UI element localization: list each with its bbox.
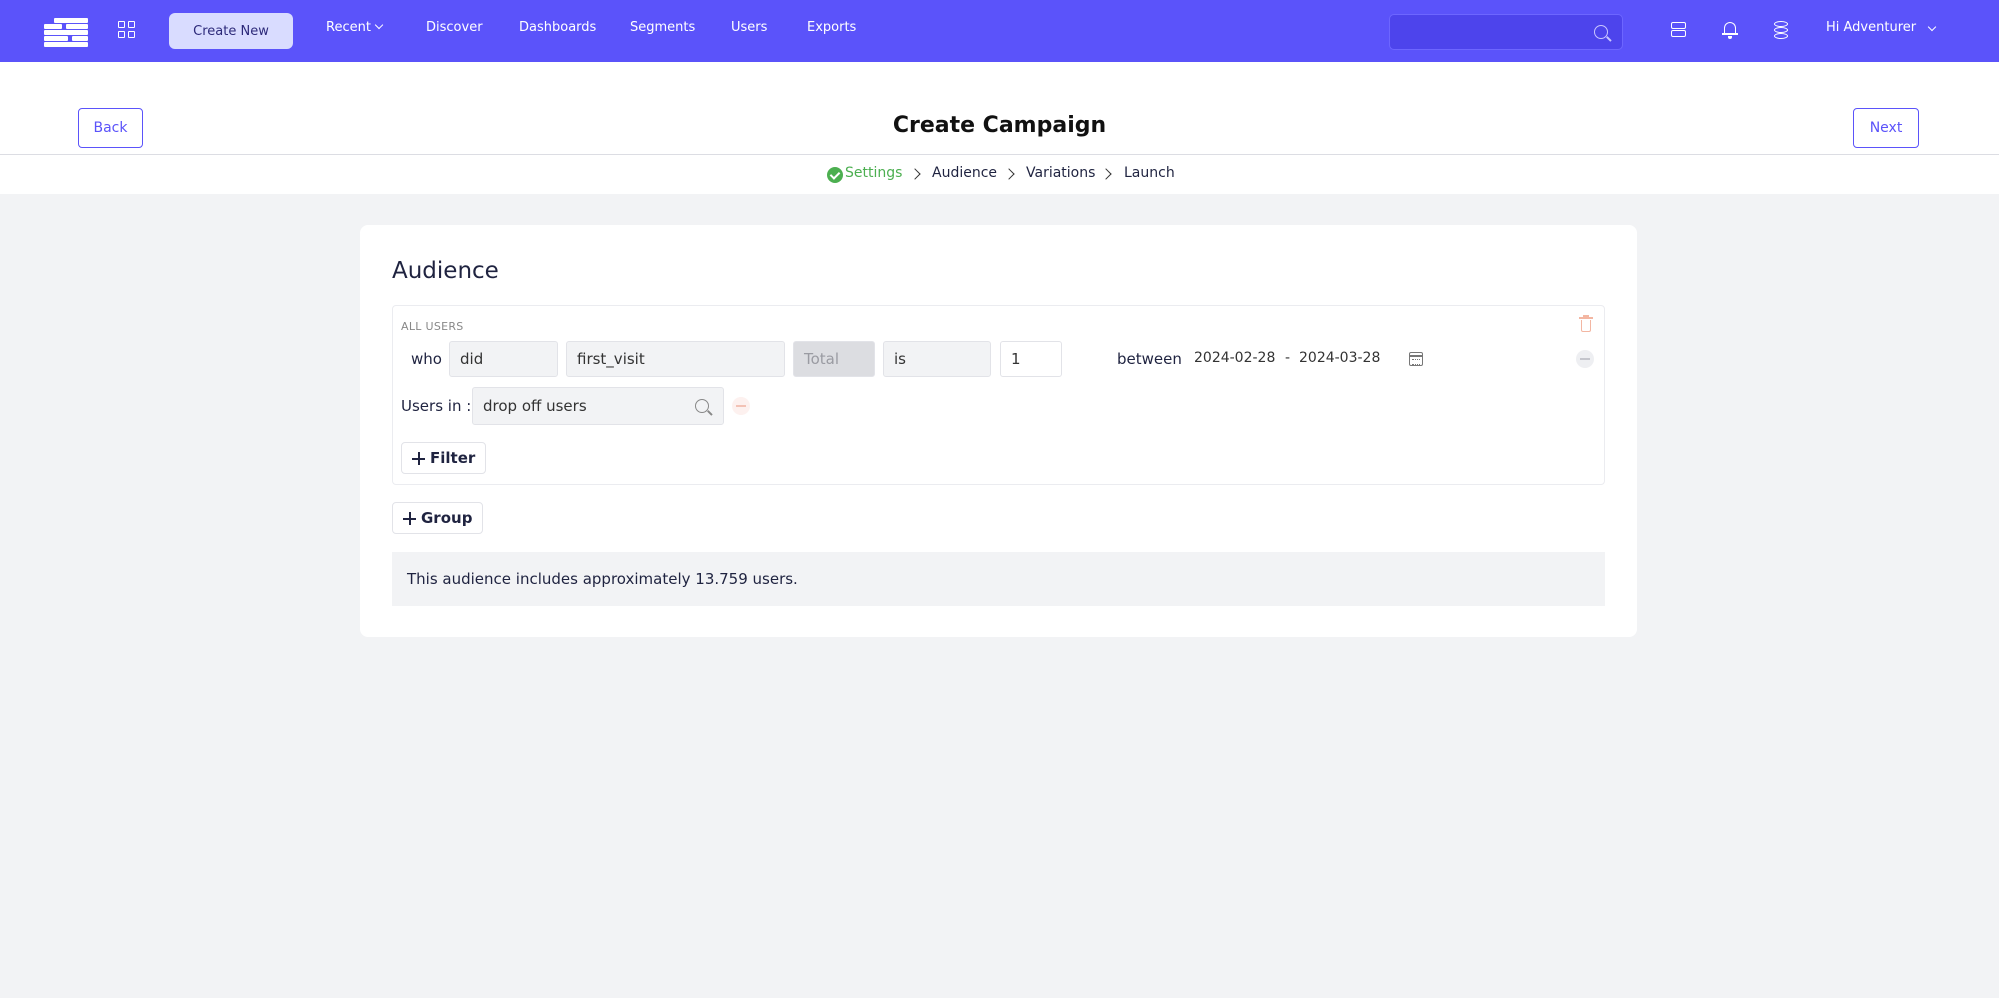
wizard-stepper: Settings Audience Variations Launch bbox=[0, 165, 1999, 185]
plus-icon bbox=[403, 512, 416, 525]
page-title: Create Campaign bbox=[892, 113, 1107, 138]
step-settings[interactable]: Settings bbox=[845, 165, 902, 181]
add-group-button[interactable]: Group bbox=[392, 502, 484, 534]
header-divider bbox=[0, 154, 1999, 155]
users-in-label: Users in : bbox=[401, 397, 472, 415]
nav-discover[interactable]: Discover bbox=[426, 20, 483, 35]
create-new-button[interactable]: Create New bbox=[169, 13, 293, 49]
step-launch[interactable]: Launch bbox=[1124, 165, 1175, 181]
group-label: ALL USERS bbox=[401, 320, 464, 333]
event-select[interactable]: first_visit bbox=[566, 341, 785, 377]
chevron-right-icon bbox=[1100, 168, 1112, 180]
segment-search-input[interactable]: drop off users bbox=[472, 387, 724, 425]
chevron-down-icon[interactable] bbox=[1927, 22, 1937, 32]
date-to-input[interactable]: 2024-03-28 bbox=[1299, 350, 1380, 366]
notifications-bell-icon[interactable] bbox=[1721, 21, 1739, 39]
nav-recent[interactable]: Recent bbox=[326, 20, 384, 35]
remove-condition-minus-icon[interactable] bbox=[1576, 350, 1594, 368]
plus-icon bbox=[412, 452, 425, 465]
did-select[interactable]: did bbox=[449, 341, 558, 377]
who-label: who bbox=[411, 350, 442, 368]
user-menu-greeting[interactable]: Hi Adventurer bbox=[1826, 20, 1916, 35]
count-input[interactable]: 1 bbox=[1000, 341, 1062, 377]
operator-select[interactable]: is bbox=[883, 341, 991, 377]
date-separator: - bbox=[1285, 350, 1291, 366]
delete-group-trash-icon[interactable] bbox=[1579, 315, 1593, 332]
nav-exports[interactable]: Exports bbox=[807, 20, 856, 35]
aggregation-select[interactable]: Total bbox=[793, 341, 875, 377]
date-from-input[interactable]: 2024-02-28 bbox=[1194, 350, 1275, 366]
app-logo-icon[interactable] bbox=[44, 16, 88, 47]
chevron-down-icon bbox=[374, 20, 384, 30]
add-group-label: Group bbox=[421, 509, 473, 527]
between-label: between bbox=[1117, 350, 1182, 368]
check-circle-icon bbox=[827, 167, 843, 183]
nav-segments[interactable]: Segments bbox=[630, 20, 695, 35]
add-filter-button[interactable]: Filter bbox=[401, 442, 487, 474]
nav-users[interactable]: Users bbox=[731, 20, 767, 35]
apps-grid-icon[interactable] bbox=[118, 21, 136, 39]
server-icon[interactable] bbox=[1670, 21, 1688, 39]
chevron-right-icon bbox=[1003, 168, 1015, 180]
chevron-right-icon bbox=[909, 168, 921, 180]
calendar-icon[interactable] bbox=[1409, 352, 1423, 366]
segment-value: drop off users bbox=[483, 397, 587, 415]
search-icon bbox=[1594, 25, 1608, 39]
add-filter-label: Filter bbox=[430, 449, 476, 467]
top-navbar: Create New Recent Discover Dashboards Se… bbox=[0, 0, 1999, 62]
audience-estimate-text: This audience includes approximately 13.… bbox=[407, 570, 798, 588]
global-search-input[interactable] bbox=[1389, 14, 1623, 50]
database-icon[interactable] bbox=[1772, 21, 1790, 39]
search-icon bbox=[695, 399, 709, 413]
next-button[interactable]: Next bbox=[1853, 108, 1919, 148]
step-variations[interactable]: Variations bbox=[1026, 165, 1095, 181]
remove-segment-minus-icon[interactable] bbox=[732, 397, 750, 415]
nav-recent-label: Recent bbox=[326, 20, 371, 35]
audience-title: Audience bbox=[392, 258, 499, 284]
nav-dashboards[interactable]: Dashboards bbox=[519, 20, 596, 35]
step-audience[interactable]: Audience bbox=[932, 165, 997, 181]
